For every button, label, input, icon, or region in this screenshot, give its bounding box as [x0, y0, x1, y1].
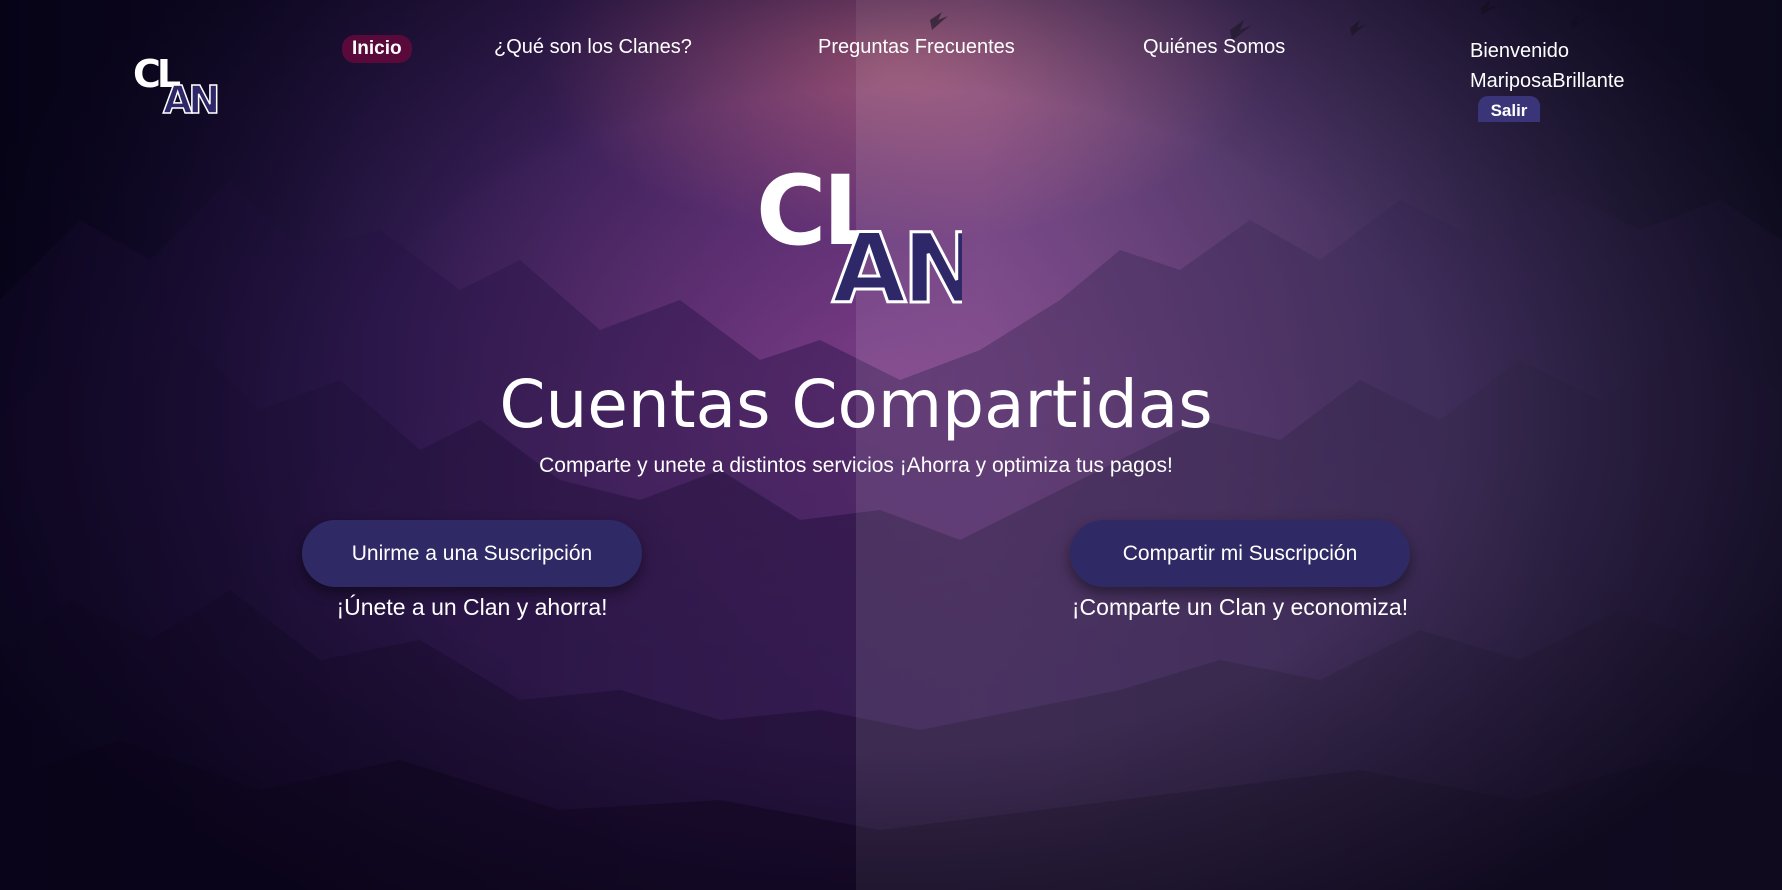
welcome-greeting: Bienvenido — [1470, 40, 1569, 62]
clan-logo-large: CL AN — [756, 164, 962, 306]
join-caption: ¡Únete a un Clan y ahorra! — [336, 594, 608, 620]
svg-text:AN: AN — [832, 213, 962, 306]
join-subscription-button[interactable]: Unirme a una Suscripción — [302, 520, 642, 587]
nav-quienes-somos[interactable]: Quiénes Somos — [1143, 36, 1285, 59]
nav-preguntas-frecuentes[interactable]: Preguntas Frecuentes — [818, 36, 1015, 59]
nav-inicio[interactable]: Inicio — [342, 35, 412, 63]
share-subscription-button[interactable]: Compartir mi Suscripción — [1070, 520, 1410, 587]
share-caption: ¡Comparte un Clan y economiza! — [1071, 594, 1409, 620]
nav-que-son-los-clanes[interactable]: ¿Qué son los Clanes? — [494, 36, 692, 59]
welcome-message: Bienvenido MariposaBrillante — [1470, 36, 1625, 96]
clan-logo-small[interactable]: CL AN — [133, 55, 218, 115]
welcome-username: MariposaBrillante — [1470, 70, 1625, 92]
logout-button[interactable]: Salir — [1478, 96, 1540, 122]
svg-text:AN: AN — [163, 78, 217, 115]
hero-subtitle: Comparte y unete a distintos servicios ¡… — [539, 454, 1173, 477]
vignette — [0, 0, 1782, 890]
hero-title: Cuentas Compartidas — [499, 366, 1213, 443]
